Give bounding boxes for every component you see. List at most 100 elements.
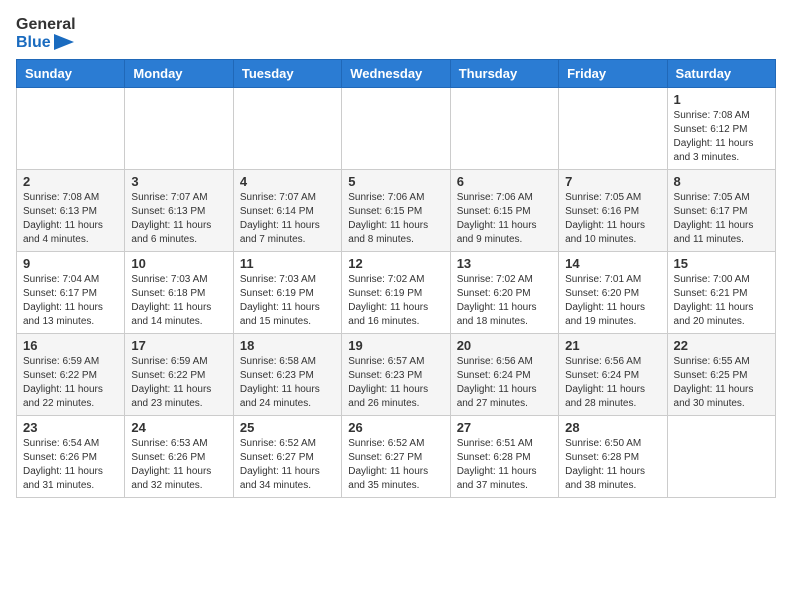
day-info: Sunrise: 7:04 AM Sunset: 6:17 PM Dayligh… [23,273,118,329]
calendar-week-5: 23 Sunrise: 6:54 AM Sunset: 6:26 PM Dayli… [17,416,776,498]
day-info: Sunrise: 6:53 AM Sunset: 6:26 PM Dayligh… [131,437,226,493]
calendar-cell [667,416,775,498]
weekday-header-monday: Monday [125,60,233,88]
calendar-cell: 12 Sunrise: 7:02 AM Sunset: 6:19 PM Dayli… [342,252,450,334]
calendar-week-2: 2 Sunrise: 7:08 AM Sunset: 6:13 PM Daylig… [17,170,776,252]
day-info: Sunrise: 7:07 AM Sunset: 6:13 PM Dayligh… [131,191,226,247]
day-info: Sunrise: 6:58 AM Sunset: 6:23 PM Dayligh… [240,355,335,411]
day-number: 8 [674,174,769,189]
day-number: 22 [674,338,769,353]
calendar-cell: 7 Sunrise: 7:05 AM Sunset: 6:16 PM Daylig… [559,170,667,252]
calendar-cell: 16Sunrise: 6:59 AM Sunset: 6:22 PM Dayli… [17,334,125,416]
day-info: Sunrise: 7:01 AM Sunset: 6:20 PM Dayligh… [565,273,660,329]
day-number: 19 [348,338,443,353]
calendar-cell: 11 Sunrise: 7:03 AM Sunset: 6:19 PM Dayli… [233,252,341,334]
calendar-week-4: 16Sunrise: 6:59 AM Sunset: 6:22 PM Dayli… [17,334,776,416]
day-info: Sunrise: 6:55 AM Sunset: 6:25 PM Dayligh… [674,355,769,411]
day-info: Sunrise: 7:03 AM Sunset: 6:19 PM Dayligh… [240,273,335,329]
calendar-cell: 24 Sunrise: 6:53 AM Sunset: 6:26 PM Dayli… [125,416,233,498]
day-number: 25 [240,420,335,435]
calendar-cell: 3 Sunrise: 7:07 AM Sunset: 6:13 PM Daylig… [125,170,233,252]
day-number: 2 [23,174,118,189]
logo-general-text: General [16,16,76,34]
day-info: Sunrise: 7:06 AM Sunset: 6:15 PM Dayligh… [348,191,443,247]
logo: General Blue [16,16,76,51]
day-number: 14 [565,256,660,271]
calendar-cell: 28 Sunrise: 6:50 AM Sunset: 6:28 PM Dayli… [559,416,667,498]
calendar-cell: 2 Sunrise: 7:08 AM Sunset: 6:13 PM Daylig… [17,170,125,252]
day-info: Sunrise: 7:06 AM Sunset: 6:15 PM Dayligh… [457,191,552,247]
calendar-cell: 1 Sunrise: 7:08 AM Sunset: 6:12 PM Daylig… [667,88,775,170]
calendar-cell: 10 Sunrise: 7:03 AM Sunset: 6:18 PM Dayli… [125,252,233,334]
day-info: Sunrise: 6:52 AM Sunset: 6:27 PM Dayligh… [348,437,443,493]
day-number: 17 [131,338,226,353]
day-info: Sunrise: 6:56 AM Sunset: 6:24 PM Dayligh… [565,355,660,411]
day-info: Sunrise: 7:05 AM Sunset: 6:17 PM Dayligh… [674,191,769,247]
calendar-cell: 5Sunrise: 7:06 AM Sunset: 6:15 PM Daylig… [342,170,450,252]
page-header: General Blue [16,16,776,51]
day-info: Sunrise: 7:08 AM Sunset: 6:12 PM Dayligh… [674,109,769,165]
day-number: 27 [457,420,552,435]
day-info: Sunrise: 6:57 AM Sunset: 6:23 PM Dayligh… [348,355,443,411]
calendar-cell: 17 Sunrise: 6:59 AM Sunset: 6:22 PM Dayli… [125,334,233,416]
weekday-header-sunday: Sunday [17,60,125,88]
day-info: Sunrise: 6:59 AM Sunset: 6:22 PM Dayligh… [131,355,226,411]
calendar-cell: 26 Sunrise: 6:52 AM Sunset: 6:27 PM Dayli… [342,416,450,498]
day-info: Sunrise: 7:03 AM Sunset: 6:18 PM Dayligh… [131,273,226,329]
calendar-cell: 20 Sunrise: 6:56 AM Sunset: 6:24 PM Dayli… [450,334,558,416]
day-number: 12 [348,256,443,271]
day-number: 6 [457,174,552,189]
day-info: Sunrise: 6:56 AM Sunset: 6:24 PM Dayligh… [457,355,552,411]
day-info: Sunrise: 7:05 AM Sunset: 6:16 PM Dayligh… [565,191,660,247]
calendar-cell: 27 Sunrise: 6:51 AM Sunset: 6:28 PM Dayli… [450,416,558,498]
calendar-cell: 8 Sunrise: 7:05 AM Sunset: 6:17 PM Daylig… [667,170,775,252]
calendar-cell [233,88,341,170]
day-info: Sunrise: 7:02 AM Sunset: 6:20 PM Dayligh… [457,273,552,329]
day-number: 13 [457,256,552,271]
day-info: Sunrise: 7:00 AM Sunset: 6:21 PM Dayligh… [674,273,769,329]
day-info: Sunrise: 7:02 AM Sunset: 6:19 PM Dayligh… [348,273,443,329]
day-number: 1 [674,92,769,107]
day-info: Sunrise: 6:52 AM Sunset: 6:27 PM Dayligh… [240,437,335,493]
day-number: 28 [565,420,660,435]
day-number: 26 [348,420,443,435]
day-number: 9 [23,256,118,271]
day-info: Sunrise: 7:08 AM Sunset: 6:13 PM Dayligh… [23,191,118,247]
calendar-cell [342,88,450,170]
calendar-cell: 4 Sunrise: 7:07 AM Sunset: 6:14 PM Daylig… [233,170,341,252]
day-number: 15 [674,256,769,271]
day-number: 10 [131,256,226,271]
day-number: 3 [131,174,226,189]
weekday-header-wednesday: Wednesday [342,60,450,88]
calendar-cell: 25 Sunrise: 6:52 AM Sunset: 6:27 PM Dayli… [233,416,341,498]
weekday-header-thursday: Thursday [450,60,558,88]
calendar-cell: 21 Sunrise: 6:56 AM Sunset: 6:24 PM Dayli… [559,334,667,416]
day-info: Sunrise: 6:50 AM Sunset: 6:28 PM Dayligh… [565,437,660,493]
weekday-header-saturday: Saturday [667,60,775,88]
day-number: 23 [23,420,118,435]
day-number: 7 [565,174,660,189]
calendar-week-3: 9 Sunrise: 7:04 AM Sunset: 6:17 PM Daylig… [17,252,776,334]
calendar-cell: 13 Sunrise: 7:02 AM Sunset: 6:20 PM Dayli… [450,252,558,334]
calendar-cell: 6 Sunrise: 7:06 AM Sunset: 6:15 PM Daylig… [450,170,558,252]
calendar-cell [559,88,667,170]
weekday-header-row: SundayMondayTuesdayWednesdayThursdayFrid… [17,60,776,88]
day-info: Sunrise: 6:59 AM Sunset: 6:22 PM Dayligh… [23,355,118,411]
day-info: Sunrise: 6:51 AM Sunset: 6:28 PM Dayligh… [457,437,552,493]
day-number: 18 [240,338,335,353]
calendar-cell [450,88,558,170]
calendar-cell: 15 Sunrise: 7:00 AM Sunset: 6:21 PM Dayli… [667,252,775,334]
day-number: 20 [457,338,552,353]
day-number: 24 [131,420,226,435]
day-number: 4 [240,174,335,189]
weekday-header-friday: Friday [559,60,667,88]
day-info: Sunrise: 7:07 AM Sunset: 6:14 PM Dayligh… [240,191,335,247]
weekday-header-tuesday: Tuesday [233,60,341,88]
calendar-cell: 19 Sunrise: 6:57 AM Sunset: 6:23 PM Dayli… [342,334,450,416]
calendar-cell [125,88,233,170]
day-info: Sunrise: 6:54 AM Sunset: 6:26 PM Dayligh… [23,437,118,493]
day-number: 21 [565,338,660,353]
calendar-cell: 18 Sunrise: 6:58 AM Sunset: 6:23 PM Dayli… [233,334,341,416]
day-number: 11 [240,256,335,271]
calendar-cell: 22 Sunrise: 6:55 AM Sunset: 6:25 PM Dayli… [667,334,775,416]
